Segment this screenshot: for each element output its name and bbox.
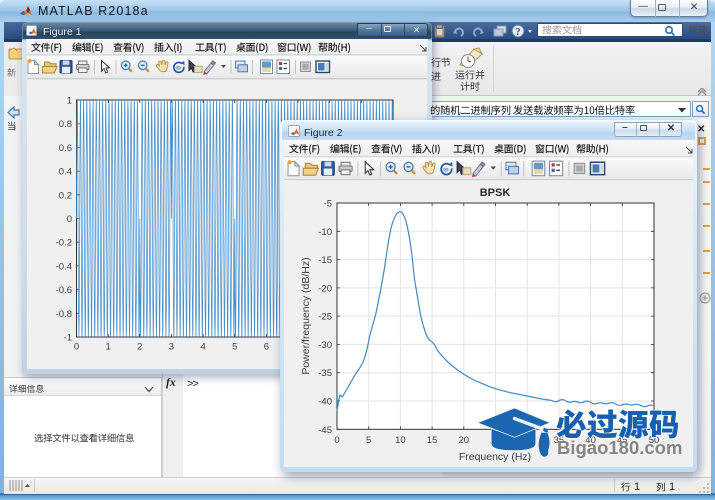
svg-text:0: 0 bbox=[334, 435, 339, 446]
svg-text:-20: -20 bbox=[318, 283, 332, 294]
svg-text:15: 15 bbox=[427, 435, 438, 446]
svg-text:25: 25 bbox=[490, 435, 501, 446]
svg-text:10: 10 bbox=[395, 435, 406, 446]
svg-text:5: 5 bbox=[366, 435, 371, 446]
svg-text:Frequency (Hz): Frequency (Hz) bbox=[459, 451, 531, 463]
svg-text:BPSK: BPSK bbox=[480, 187, 511, 199]
svg-text:-30: -30 bbox=[318, 340, 332, 351]
svg-text:-5: -5 bbox=[324, 199, 332, 210]
svg-text:-40: -40 bbox=[318, 397, 332, 408]
svg-text:Power/frequency (dB/Hz): Power/frequency (dB/Hz) bbox=[300, 257, 312, 374]
svg-text:-25: -25 bbox=[318, 312, 332, 323]
svg-text:-45: -45 bbox=[318, 425, 332, 436]
svg-text:-10: -10 bbox=[318, 227, 332, 238]
svg-text:-35: -35 bbox=[318, 368, 332, 379]
svg-text:-15: -15 bbox=[318, 255, 332, 266]
svg-text:20: 20 bbox=[459, 435, 470, 446]
svg-text:30: 30 bbox=[522, 435, 533, 446]
